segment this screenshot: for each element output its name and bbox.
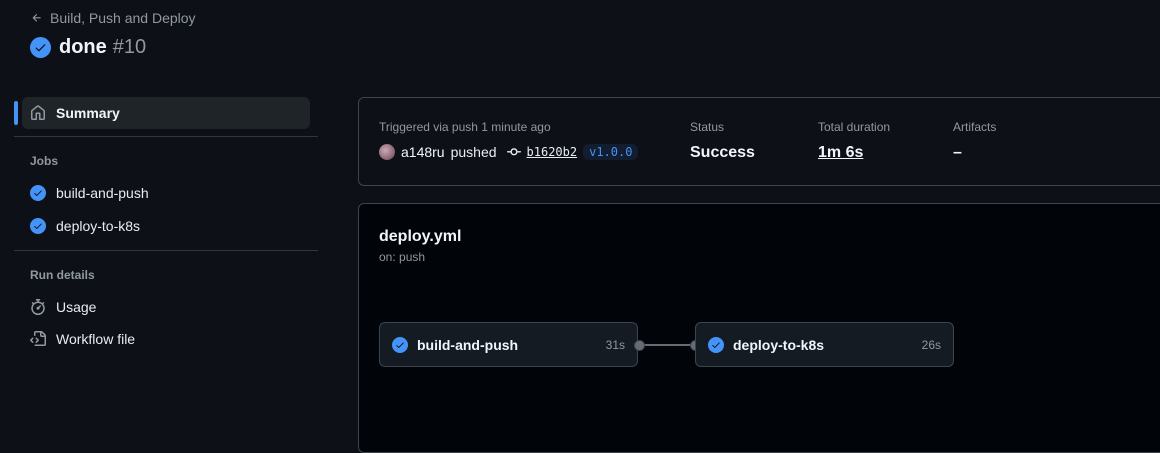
actor-link[interactable]: a148ru [401, 144, 445, 160]
arrow-left-icon [32, 14, 41, 22]
job-name: build-and-push [417, 336, 519, 353]
job-duration: 31s [605, 337, 625, 352]
divider [14, 136, 318, 137]
run-details-heading: Run details [30, 268, 95, 282]
check-circle-icon [30, 218, 46, 234]
sidebar-item-summary[interactable]: Summary [22, 97, 310, 129]
sidebar-item-job-deploy[interactable]: deploy-to-k8s [22, 210, 310, 242]
check-circle-icon [30, 37, 51, 58]
job-name: deploy-to-k8s [733, 336, 825, 353]
sidebar-item-workflow-file[interactable]: Workflow file [22, 323, 310, 355]
trigger-details: a148ru pushed b1620b2 v1.0.0 [379, 144, 639, 160]
sidebar-item-label: deploy-to-k8s [56, 218, 141, 234]
sidebar-item-job-build[interactable]: build-and-push [22, 177, 310, 209]
page-title: done #10 [30, 36, 146, 59]
avatar[interactable] [379, 144, 395, 160]
run-number: #10 [112, 36, 147, 58]
sidebar-item-label: build-and-push [56, 185, 149, 201]
check-circle-icon [30, 185, 46, 201]
artifacts-value: – [953, 144, 962, 161]
artifacts-label: Artifacts [953, 120, 997, 134]
commit-sha-link[interactable]: b1620b2 [527, 145, 578, 159]
sidebar-item-label: Usage [56, 299, 97, 315]
stopwatch-icon [31, 299, 45, 315]
duration-label: Total duration [818, 120, 891, 134]
connector-dot [634, 340, 645, 351]
run-summary-card [358, 97, 1160, 186]
run-name: done [59, 36, 107, 58]
workflow-trigger: on: push [379, 250, 426, 264]
sidebar-item-usage[interactable]: Usage [22, 291, 310, 323]
file-code-icon [30, 331, 46, 346]
sidebar-item-label: Workflow file [56, 331, 136, 347]
divider [14, 250, 318, 251]
job-node-deploy[interactable]: deploy-to-k8s 26s [695, 322, 954, 367]
workflow-file-name: deploy.yml [379, 228, 462, 245]
duration-value[interactable]: 1m 6s [818, 144, 863, 162]
job-node-build[interactable]: build-and-push 31s [379, 322, 638, 367]
back-link[interactable]: Build, Push and Deploy [31, 10, 196, 26]
back-link-label: Build, Push and Deploy [50, 10, 196, 26]
sidebar-item-label: Summary [56, 105, 120, 121]
status-label: Status [690, 120, 725, 134]
action-text: pushed [450, 144, 497, 160]
home-icon [31, 105, 45, 120]
trigger-text: Triggered via push 1 minute ago [379, 120, 551, 134]
job-duration: 26s [921, 337, 941, 352]
check-circle-icon [708, 336, 724, 353]
jobs-heading: Jobs [30, 154, 59, 168]
git-commit-icon [506, 148, 521, 156]
check-circle-icon [392, 336, 408, 353]
active-indicator [14, 101, 18, 125]
status-value: Success [690, 144, 755, 161]
tag-badge[interactable]: v1.0.0 [583, 144, 639, 160]
